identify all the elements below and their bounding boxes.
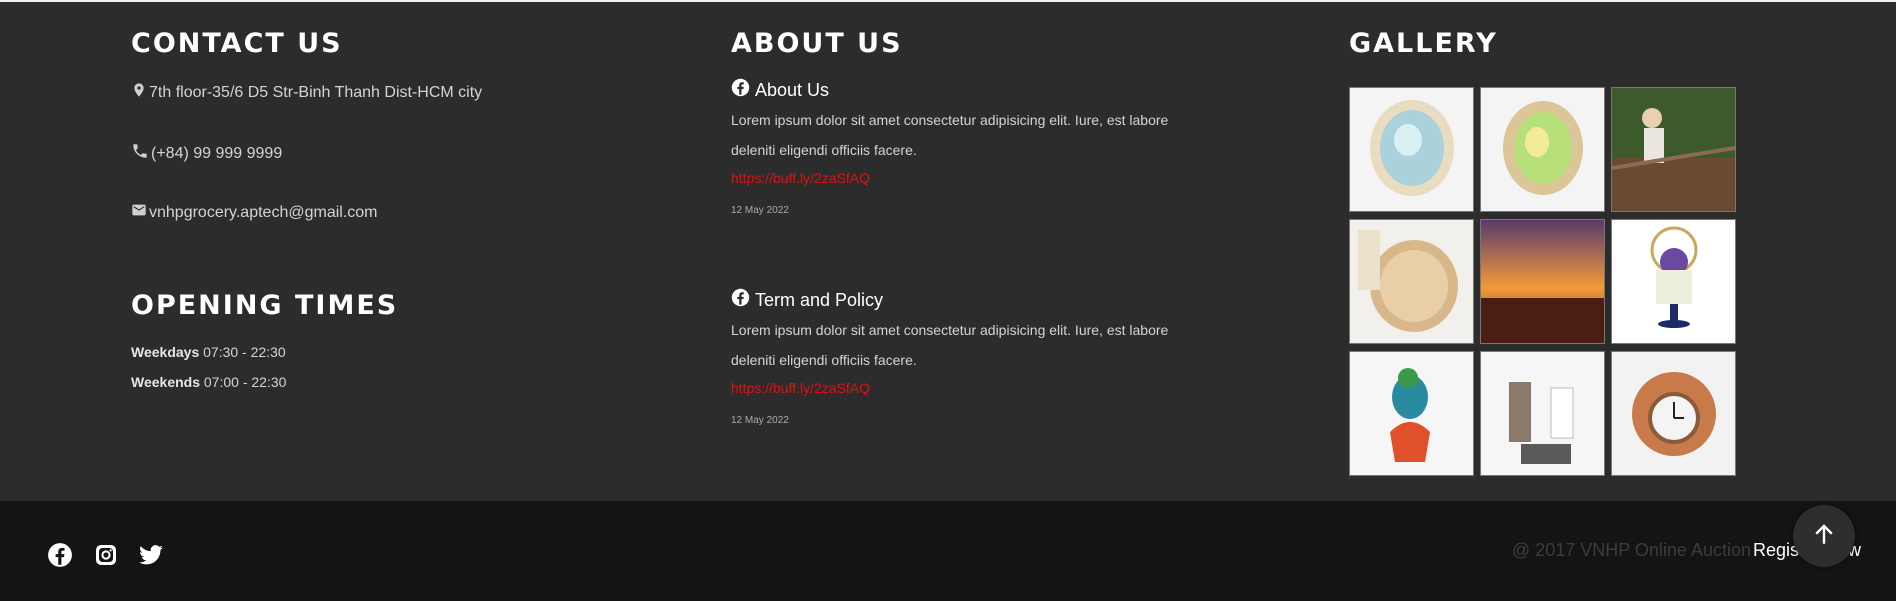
gallery-heading: GALLERY — [1349, 28, 1498, 59]
post-title-text: About Us — [755, 79, 830, 100]
post-date: 12 May 2022 — [731, 205, 789, 216]
hours-weekends: Weekends 07:00 - 22:30 — [131, 374, 286, 390]
gallery-grid — [1349, 87, 1736, 476]
contact-email: vnhpgrocery.aptech@gmail.com — [131, 202, 378, 223]
email-text: vnhpgrocery.aptech@gmail.com — [149, 203, 378, 221]
contact-address: 7th floor-35/6 D5 Str-Binh Thanh Dist-HC… — [131, 82, 482, 103]
hours-time: 07:30 - 22:30 — [203, 344, 286, 360]
opening-heading: OPENING TIMES — [131, 290, 399, 321]
contact-phone: (+84) 99 999 9999 — [131, 142, 282, 165]
gallery-image-aquamarine-ring[interactable] — [1349, 87, 1474, 212]
gallery-image-morganite-ring[interactable] — [1349, 219, 1474, 344]
gallery-image-musician-figurines[interactable] — [1480, 351, 1605, 476]
arrow-up-icon — [1811, 521, 1837, 552]
twitter-icon[interactable] — [136, 540, 166, 570]
post-title-about[interactable]: About Us — [731, 78, 829, 102]
gallery-image-bird-figurine[interactable] — [1349, 351, 1474, 476]
map-pin-icon — [131, 82, 147, 103]
facebook-icon — [731, 78, 750, 102]
gallery-image-woman-on-bridge[interactable] — [1611, 87, 1736, 212]
mail-icon — [131, 202, 147, 223]
hours-time: 07:00 - 22:30 — [203, 374, 287, 390]
back-to-top-button[interactable] — [1793, 505, 1855, 567]
gallery-image-flower-basket-egg[interactable] — [1611, 219, 1736, 344]
hours-label: Weekends — [131, 374, 200, 390]
facebook-icon[interactable] — [45, 540, 75, 570]
post-link[interactable]: https://buff.ly/2zaSfAQ — [731, 380, 870, 396]
post-body: Lorem ipsum dolor sit amet consectetur a… — [731, 112, 1169, 158]
contact-heading: CONTACT US — [131, 28, 343, 59]
facebook-icon — [731, 288, 750, 312]
copyright-text: @ 2017 VNHP Online Auction — [1511, 540, 1751, 560]
post-title-text: Term and Policy — [755, 289, 884, 310]
about-heading: ABOUT US — [731, 28, 903, 59]
address-text: 7th floor-35/6 D5 Str-Binh Thanh Dist-HC… — [149, 83, 483, 101]
phone-icon — [131, 142, 149, 165]
post-body: Lorem ipsum dolor sit amet consectetur a… — [731, 322, 1169, 368]
gallery-image-opal-ring[interactable] — [1480, 87, 1605, 212]
phone-text: (+84) 99 999 9999 — [151, 144, 283, 162]
hours-label: Weekdays — [131, 344, 200, 360]
post-title-terms[interactable]: Term and Policy — [731, 288, 883, 312]
post-link[interactable]: https://buff.ly/2zaSfAQ — [731, 170, 870, 186]
instagram-icon[interactable] — [91, 540, 121, 570]
hours-weekdays: Weekdays 07:30 - 22:30 — [131, 344, 286, 360]
post-date: 12 May 2022 — [731, 415, 789, 426]
gallery-image-diving-helmet-clock[interactable] — [1611, 351, 1736, 476]
gallery-image-sunset-field[interactable] — [1480, 219, 1605, 344]
